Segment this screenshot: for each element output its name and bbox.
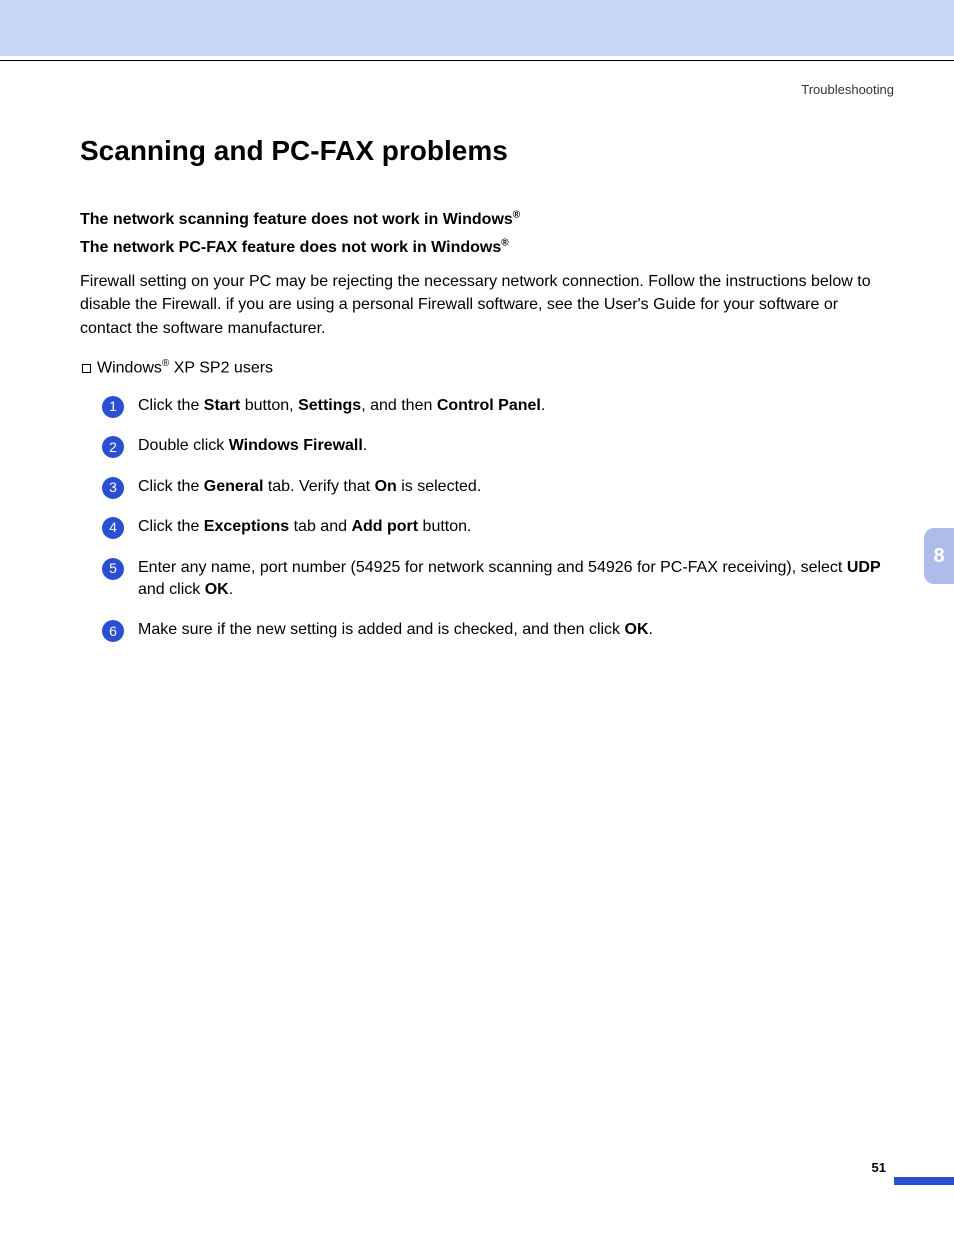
registered-symbol: ® bbox=[501, 237, 508, 248]
step-text: Enter any name, port number (54925 for n… bbox=[138, 557, 884, 602]
b: Settings bbox=[298, 397, 361, 414]
step-number-icon: 2 bbox=[102, 436, 124, 458]
b: UDP bbox=[847, 559, 881, 576]
subheading-2: The network PC-FAX feature does not work… bbox=[80, 235, 884, 261]
bullet-post: XP SP2 users bbox=[169, 359, 273, 376]
chapter-tab: 8 bbox=[924, 528, 954, 584]
bullet-windows-xp: Windows® XP SP2 users bbox=[82, 358, 884, 377]
step-3: 3 Click the General tab. Verify that On … bbox=[102, 476, 884, 498]
t: . bbox=[229, 581, 233, 598]
b: Windows Firewall bbox=[229, 437, 363, 454]
step-text: Click the Exceptions tab and Add port bu… bbox=[138, 516, 884, 538]
b: Control Panel bbox=[437, 397, 541, 414]
section-title: Scanning and PC-FAX problems bbox=[80, 135, 884, 167]
t: Click the bbox=[138, 518, 204, 535]
t: Click the bbox=[138, 478, 204, 495]
t: Enter any name, port number (54925 for n… bbox=[138, 559, 847, 576]
b: Exceptions bbox=[204, 518, 289, 535]
step-number-icon: 1 bbox=[102, 396, 124, 418]
subheading-1: The network scanning feature does not wo… bbox=[80, 207, 884, 233]
step-text: Make sure if the new setting is added an… bbox=[138, 619, 884, 641]
t: . bbox=[649, 621, 653, 638]
b: On bbox=[375, 478, 397, 495]
page-number: 51 bbox=[872, 1160, 886, 1175]
t: button. bbox=[418, 518, 471, 535]
b: Start bbox=[204, 397, 240, 414]
t: button, bbox=[240, 397, 298, 414]
step-number-icon: 4 bbox=[102, 517, 124, 539]
steps-list: 1 Click the Start button, Settings, and … bbox=[102, 395, 884, 642]
t: Make sure if the new setting is added an… bbox=[138, 621, 625, 638]
top-band bbox=[0, 0, 954, 56]
t: is selected. bbox=[397, 478, 481, 495]
t: tab and bbox=[289, 518, 351, 535]
square-bullet-icon bbox=[82, 364, 91, 373]
bottom-accent-bar bbox=[894, 1177, 954, 1185]
header-rule bbox=[0, 60, 954, 61]
b: General bbox=[204, 478, 264, 495]
t: Click the bbox=[138, 397, 204, 414]
step-6: 6 Make sure if the new setting is added … bbox=[102, 619, 884, 641]
step-2: 2 Double click Windows Firewall. bbox=[102, 435, 884, 457]
intro-paragraph: Firewall setting on your PC may be rejec… bbox=[80, 270, 884, 340]
b: OK bbox=[625, 621, 649, 638]
t: . bbox=[363, 437, 367, 454]
subheading-2-text: The network PC-FAX feature does not work… bbox=[80, 239, 501, 256]
t: Double click bbox=[138, 437, 229, 454]
t: and click bbox=[138, 581, 205, 598]
bullet-pre: Windows bbox=[97, 359, 162, 376]
t: tab. Verify that bbox=[263, 478, 374, 495]
registered-symbol: ® bbox=[513, 210, 520, 221]
subheading-1-text: The network scanning feature does not wo… bbox=[80, 211, 513, 228]
t: , and then bbox=[361, 397, 437, 414]
step-number-icon: 3 bbox=[102, 477, 124, 499]
step-4: 4 Click the Exceptions tab and Add port … bbox=[102, 516, 884, 538]
b: OK bbox=[205, 581, 229, 598]
t: . bbox=[541, 397, 545, 414]
step-text: Click the General tab. Verify that On is… bbox=[138, 476, 884, 498]
step-5: 5 Enter any name, port number (54925 for… bbox=[102, 557, 884, 602]
step-text: Double click Windows Firewall. bbox=[138, 435, 884, 457]
bullet-text: Windows® XP SP2 users bbox=[97, 358, 273, 377]
b: Add port bbox=[351, 518, 418, 535]
breadcrumb: Troubleshooting bbox=[801, 82, 894, 97]
step-1: 1 Click the Start button, Settings, and … bbox=[102, 395, 884, 417]
step-number-icon: 6 bbox=[102, 620, 124, 642]
step-text: Click the Start button, Settings, and th… bbox=[138, 395, 884, 417]
step-number-icon: 5 bbox=[102, 558, 124, 580]
page-content: Scanning and PC-FAX problems The network… bbox=[80, 135, 884, 660]
